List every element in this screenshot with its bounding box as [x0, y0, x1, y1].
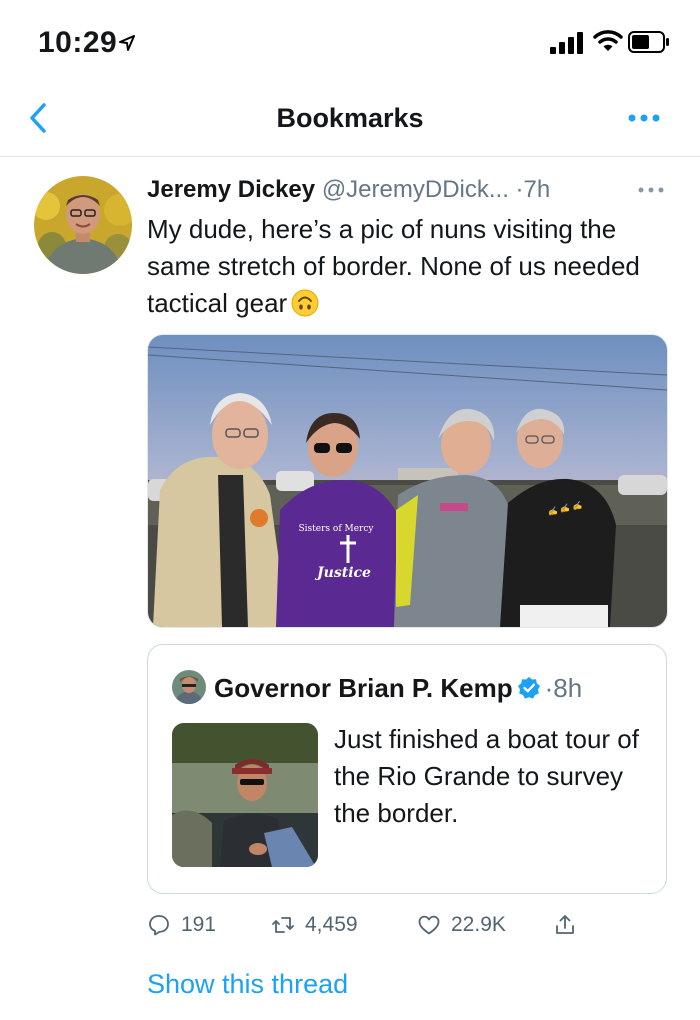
signal-bars-icon [550, 32, 583, 54]
quote-author-avatar[interactable] [172, 670, 206, 704]
retweet-count: 4,459 [305, 913, 358, 936]
heart-icon [418, 915, 440, 935]
tweet-actions: 191 4,459 22.9K [147, 908, 667, 942]
author-handle[interactable]: @JeremyDDick... [322, 176, 509, 203]
tweet-header: Jeremy Dickey @JeremyDDick... ·7h [147, 174, 677, 210]
quote-author-name[interactable]: Governor Brian P. Kemp [214, 673, 513, 703]
avatar-photo [34, 176, 132, 274]
quote-thumbnail[interactable] [172, 723, 318, 867]
tweet-text: My dude, here’s a pic of nuns visiting t… [147, 211, 657, 322]
author-name[interactable]: Jeremy Dickey [147, 176, 315, 203]
page-title: Bookmarks [276, 103, 424, 133]
nuns-photo: Sisters of Mercy Justice ✍ ✍ ✍ [148, 335, 667, 627]
show-thread-link[interactable]: Show this thread [147, 966, 348, 1002]
tweet-photo[interactable]: Sisters of Mercy Justice ✍ ✍ ✍ [147, 334, 668, 628]
location-arrow-icon [119, 35, 135, 51]
shirt-text-1: Sisters of Mercy [299, 524, 375, 534]
ellipsis-icon [628, 114, 660, 122]
nav-bar: Bookmarks [0, 80, 700, 157]
verified-badge-icon [517, 677, 540, 699]
boat-tour-photo [172, 723, 318, 867]
retweet-icon [272, 917, 294, 933]
quote-text: Just finished a boat tour of the Rio Gra… [334, 724, 639, 828]
reply-bubble-icon [149, 915, 169, 936]
status-bar: 10:29 [0, 0, 700, 80]
wifi-icon [593, 30, 623, 51]
tweet-more-icon[interactable] [636, 183, 666, 197]
shirt-text-2: Justice [314, 565, 371, 581]
reply-count: 191 [181, 913, 217, 936]
quote-time[interactable]: ·8h [545, 673, 583, 703]
share-icon [556, 915, 574, 934]
status-time: 10:29 [38, 26, 118, 59]
battery-icon [628, 31, 669, 53]
more-options-button[interactable] [624, 106, 664, 130]
tweet-body: My dude, here’s a pic of nuns visiting t… [147, 214, 640, 318]
tweet-time[interactable]: ·7h [516, 176, 551, 203]
share-button[interactable] [553, 908, 583, 942]
upside-down-face-emoji [291, 289, 319, 317]
quote-avatar-photo [172, 670, 206, 704]
like-count: 22.9K [451, 913, 506, 936]
author-avatar[interactable] [34, 176, 132, 274]
quote-header: Governor Brian P. Kemp ·8h [214, 671, 582, 705]
quoted-tweet-card[interactable]: Governor Brian P. Kemp ·8h Just finished… [147, 644, 667, 894]
